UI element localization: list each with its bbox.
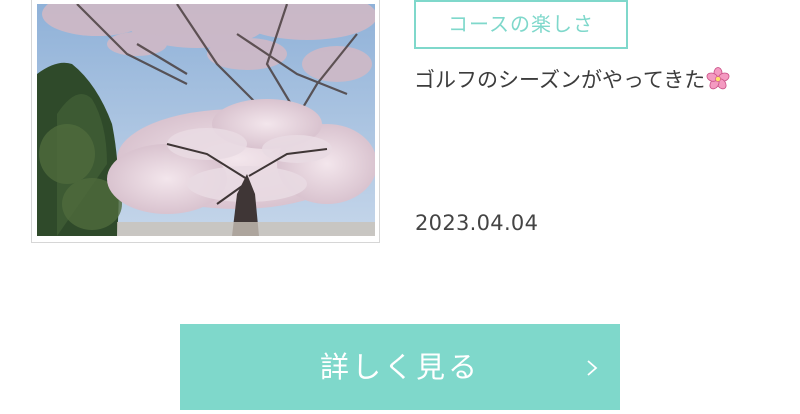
read-more-button[interactable]: 詳しく見る xyxy=(180,324,620,410)
category-tag[interactable]: コースの楽しさ xyxy=(414,0,628,49)
post-date: 2023.04.04 xyxy=(415,211,539,235)
cherry-blossom-photo xyxy=(37,4,375,236)
post-title-text[interactable]: ゴルフのシーズンがやってきた xyxy=(414,68,705,92)
chevron-right-icon xyxy=(587,360,598,376)
post-thumbnail[interactable] xyxy=(31,0,380,243)
post-card: コースの楽しさ ゴルフのシーズンがやってきた 2023.04.04 詳しく見る xyxy=(0,0,800,414)
post-title[interactable]: ゴルフのシーズンがやってきた xyxy=(414,63,730,97)
cherry-blossom-icon xyxy=(706,67,730,90)
read-more-label: 詳しく見る xyxy=(319,350,480,384)
